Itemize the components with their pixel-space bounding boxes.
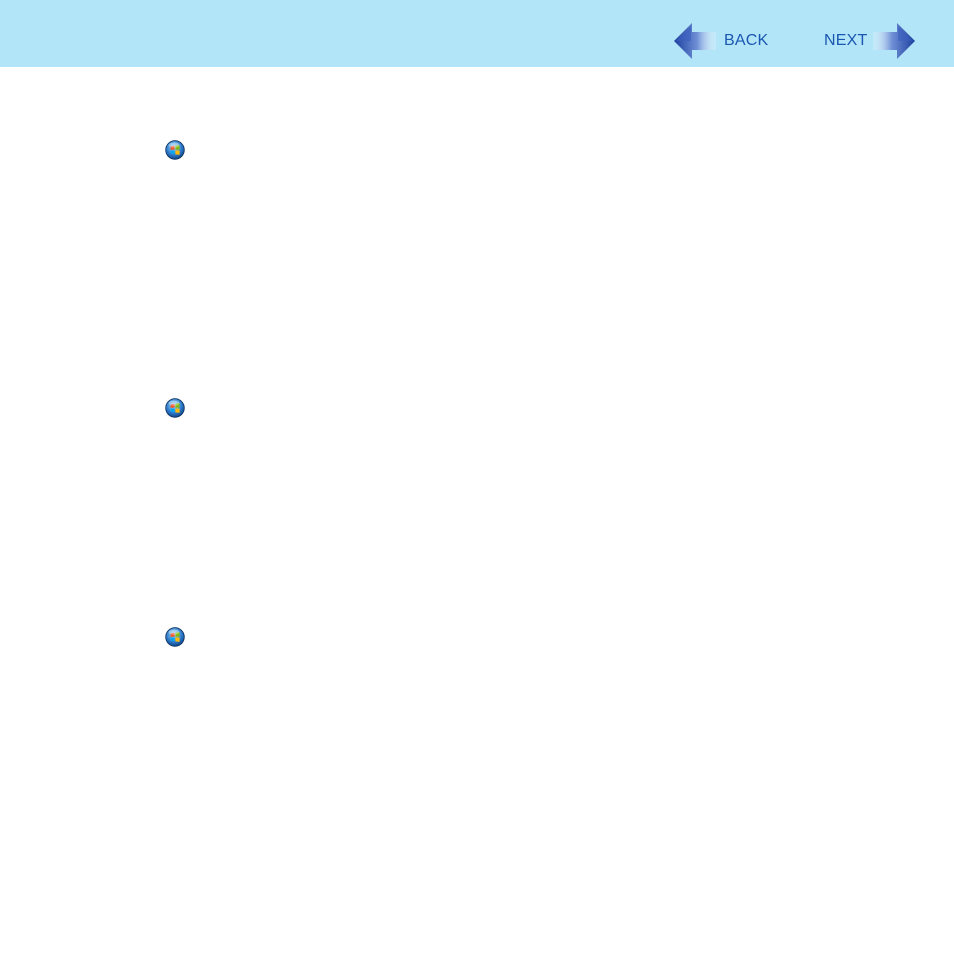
next-label: NEXT: [824, 32, 868, 49]
back-label: BACK: [724, 32, 769, 49]
back-button[interactable]: BACK: [674, 22, 768, 60]
header-bar: [0, 0, 954, 67]
next-button[interactable]: NEXT: [824, 22, 916, 60]
windows-start-icon: [165, 140, 185, 160]
windows-start-icon: [165, 398, 185, 418]
windows-start-icon: [165, 627, 185, 647]
arrow-left-icon: [674, 23, 716, 59]
arrow-right-icon: [873, 23, 916, 59]
